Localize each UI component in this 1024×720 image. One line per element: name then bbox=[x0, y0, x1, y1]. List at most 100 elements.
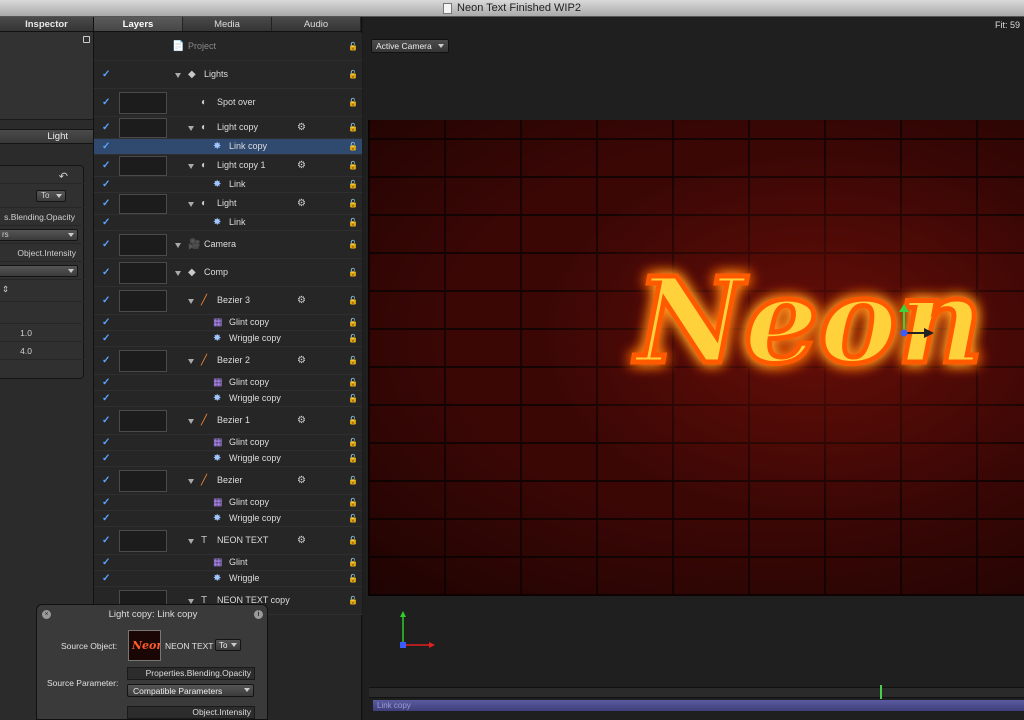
tab-media[interactable]: Media bbox=[183, 17, 272, 31]
layer-checkbox[interactable]: ✓ bbox=[102, 573, 110, 584]
lock-icon[interactable]: 🔓 bbox=[348, 70, 358, 79]
disclosure-triangle-icon[interactable] bbox=[175, 243, 181, 248]
layer-row[interactable]: ✓ ✸ Link 🔓 bbox=[94, 215, 362, 231]
layer-row[interactable]: ✓ ▦ Glint copy 🔓 bbox=[94, 435, 362, 451]
source-object-well[interactable]: Neon bbox=[128, 630, 161, 661]
gear-icon[interactable]: ⚙ bbox=[297, 355, 306, 366]
lock-icon[interactable]: 🔓 bbox=[348, 356, 358, 365]
gear-icon[interactable]: ⚙ bbox=[297, 122, 306, 133]
gear-icon[interactable]: ⚙ bbox=[297, 475, 306, 486]
layer-row[interactable]: ✓ ▦ Glint 🔓 bbox=[94, 555, 362, 571]
lock-icon[interactable]: 🔓 bbox=[348, 536, 358, 545]
layer-row[interactable]: ✓ ╱ Bezier 3 ⚙ 🔓 bbox=[94, 287, 362, 315]
lock-icon[interactable]: 🔓 bbox=[348, 180, 358, 189]
lock-icon[interactable]: 🔓 bbox=[348, 334, 358, 343]
source-parameter-field[interactable]: Properties.Blending.Opacity bbox=[127, 667, 255, 680]
compatible-parameters-menu[interactable]: Compatible Parameters bbox=[127, 684, 254, 697]
lock-icon[interactable]: 🔓 bbox=[348, 98, 358, 107]
compatible-parameters-popup[interactable]: rs bbox=[0, 229, 78, 241]
layer-row[interactable]: ✓ ✸ Link copy 🔓 bbox=[94, 139, 362, 155]
layer-row[interactable]: ✓ ╱ Bezier 1 ⚙ 🔓 bbox=[94, 407, 362, 435]
lock-icon[interactable]: 🔓 bbox=[348, 142, 358, 151]
disclosure-triangle-icon[interactable] bbox=[175, 271, 181, 276]
tab-inspector[interactable]: Inspector bbox=[0, 17, 93, 32]
layer-row[interactable]: ✓ 🎥 Camera 🔓 bbox=[94, 231, 362, 259]
layer-checkbox[interactable]: ✓ bbox=[102, 198, 110, 209]
layer-checkbox[interactable]: ✓ bbox=[102, 295, 110, 306]
layer-row[interactable]: ✓ ✸ Wriggle copy 🔓 bbox=[94, 391, 362, 407]
target-popup[interactable] bbox=[0, 265, 78, 277]
layer-checkbox[interactable]: ✓ bbox=[102, 317, 110, 328]
zoom-fit-label[interactable]: Fit: 59 bbox=[995, 20, 1020, 30]
layer-checkbox[interactable]: ✓ bbox=[102, 69, 110, 80]
layer-row[interactable]: ✓ ✸ Link 🔓 bbox=[94, 177, 362, 193]
lock-icon[interactable]: 🔓 bbox=[348, 161, 358, 170]
lock-icon[interactable]: 🔓 bbox=[348, 218, 358, 227]
gear-icon[interactable]: ⚙ bbox=[297, 535, 306, 546]
layer-checkbox[interactable]: ✓ bbox=[102, 513, 110, 524]
gear-icon[interactable]: ⚙ bbox=[297, 198, 306, 209]
layer-row[interactable]: ✓ ╱ Bezier 2 ⚙ 🔓 bbox=[94, 347, 362, 375]
gear-icon[interactable]: ⚙ bbox=[297, 160, 306, 171]
neon-text[interactable]: Neon bbox=[630, 249, 986, 393]
disclosure-triangle-icon[interactable] bbox=[188, 539, 194, 544]
layer-row[interactable]: ✓ ✸ Wriggle copy 🔓 bbox=[94, 451, 362, 467]
active-camera-menu[interactable]: Active Camera bbox=[371, 39, 449, 53]
lock-icon[interactable]: 🔓 bbox=[348, 596, 358, 605]
layer-row[interactable]: ✓ ▦ Glint copy 🔓 bbox=[94, 375, 362, 391]
canvas-viewer[interactable]: Neon bbox=[368, 120, 1024, 596]
disclosure-triangle-icon[interactable] bbox=[175, 73, 181, 78]
layer-row[interactable]: ✓ ◐ Light ⚙ 🔓 bbox=[94, 193, 362, 215]
lock-icon[interactable]: 🔓 bbox=[348, 296, 358, 305]
lock-icon[interactable]: 🔓 bbox=[348, 476, 358, 485]
layer-checkbox[interactable]: ✓ bbox=[102, 267, 110, 278]
layer-row[interactable]: ✓ ▦ Glint copy 🔓 bbox=[94, 315, 362, 331]
playhead[interactable] bbox=[880, 685, 882, 699]
lock-icon[interactable]: 🔓 bbox=[348, 514, 358, 523]
layer-checkbox[interactable]: ✓ bbox=[102, 97, 110, 108]
tab-light[interactable]: Light bbox=[0, 129, 93, 144]
lock-icon[interactable] bbox=[83, 36, 90, 43]
lock-icon[interactable]: 🔓 bbox=[348, 438, 358, 447]
disclosure-triangle-icon[interactable] bbox=[188, 202, 194, 207]
disclosure-triangle-icon[interactable] bbox=[188, 299, 194, 304]
layer-checkbox[interactable]: ✓ bbox=[102, 393, 110, 404]
lock-icon[interactable]: 🔓 bbox=[348, 42, 358, 51]
gear-icon[interactable]: ⚙ bbox=[297, 295, 306, 306]
lock-icon[interactable]: 🔓 bbox=[348, 268, 358, 277]
layer-checkbox[interactable]: ✓ bbox=[102, 415, 110, 426]
mini-timeline[interactable] bbox=[369, 685, 1024, 699]
gear-icon[interactable]: ⚙ bbox=[297, 415, 306, 426]
lock-icon[interactable]: 🔓 bbox=[348, 318, 358, 327]
reset-icon[interactable]: ↶ bbox=[59, 170, 68, 183]
target-parameter-field[interactable]: Object.Intensity bbox=[127, 706, 255, 719]
disclosure-triangle-icon[interactable] bbox=[188, 164, 194, 169]
lock-icon[interactable]: 🔓 bbox=[348, 123, 358, 132]
layer-checkbox[interactable]: ✓ bbox=[102, 179, 110, 190]
lock-icon[interactable]: 🔓 bbox=[348, 199, 358, 208]
layer-checkbox[interactable]: ✓ bbox=[102, 453, 110, 464]
disclosure-triangle-icon[interactable] bbox=[188, 479, 194, 484]
layer-row[interactable]: ✓ ✸ Wriggle copy 🔓 bbox=[94, 331, 362, 347]
layer-checkbox[interactable]: ✓ bbox=[102, 217, 110, 228]
lock-icon[interactable]: 🔓 bbox=[348, 558, 358, 567]
layer-row[interactable]: ✓ ◆ Lights 🔓 bbox=[94, 61, 362, 89]
layer-row[interactable]: ✓ ✸ Wriggle copy 🔓 bbox=[94, 511, 362, 527]
layer-row[interactable]: ✓ ╱ Bezier ⚙ 🔓 bbox=[94, 467, 362, 495]
lock-icon[interactable]: 🔓 bbox=[348, 416, 358, 425]
layer-row[interactable]: 📄 Project 🔓 bbox=[94, 33, 362, 61]
info-icon[interactable]: i bbox=[254, 610, 263, 619]
value-2[interactable]: 4.0 bbox=[20, 346, 32, 356]
layer-row[interactable]: ✓ ◆ Comp 🔓 bbox=[94, 259, 362, 287]
layer-row[interactable]: ✓ ◐ Spot over 🔓 bbox=[94, 89, 362, 117]
layer-row[interactable]: ✓ T NEON TEXT ⚙ 🔓 bbox=[94, 527, 362, 555]
disclosure-triangle-icon[interactable] bbox=[188, 126, 194, 131]
lock-icon[interactable]: 🔓 bbox=[348, 378, 358, 387]
lock-icon[interactable]: 🔓 bbox=[348, 498, 358, 507]
to-popup[interactable]: To bbox=[36, 190, 66, 202]
tab-layers[interactable]: Layers bbox=[94, 17, 183, 31]
lock-icon[interactable]: 🔓 bbox=[348, 574, 358, 583]
layer-row[interactable]: ✓ ◐ Light copy ⚙ 🔓 bbox=[94, 117, 362, 139]
lock-icon[interactable]: 🔓 bbox=[348, 240, 358, 249]
layer-checkbox[interactable]: ✓ bbox=[102, 160, 110, 171]
